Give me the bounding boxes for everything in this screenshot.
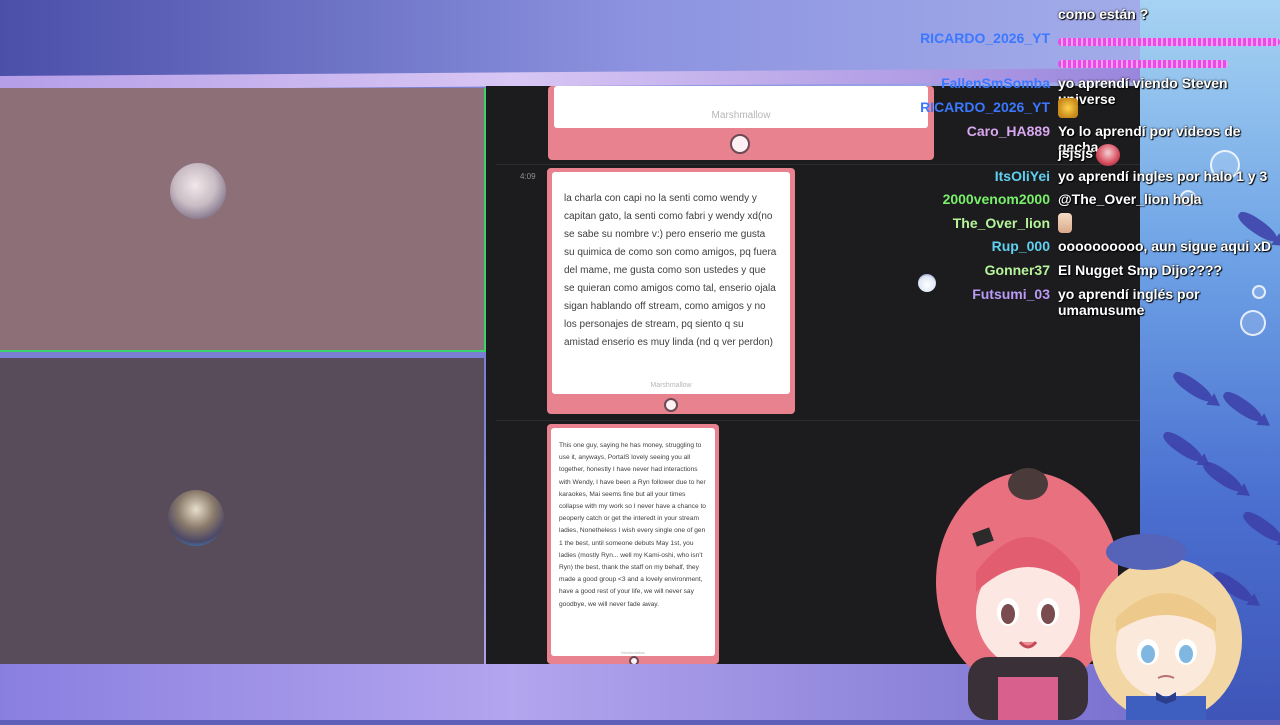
character-emote-icon [1096, 144, 1120, 166]
marshmallow-card-body: This one guy, saying he has money, strug… [551, 428, 715, 656]
chat-username: RICARDO_2026_YT [920, 99, 1050, 115]
chat-message: jsjsjs [1058, 145, 1094, 161]
mascot-sprite-icon [918, 274, 936, 292]
gold-emote-icon [1058, 98, 1078, 118]
chat-username: ItsOliYei [994, 168, 1050, 184]
chat-username: Gonner37 [984, 262, 1050, 278]
chat-message: oooooooooo, aun sigue aqui xD [1058, 238, 1272, 254]
marshmallow-signature: Marshmallow [621, 650, 645, 655]
chat-message: @The_Over_lion hola [1058, 191, 1202, 207]
marshmallow-card-body: Marshmallow [554, 86, 928, 128]
chat-username: RICARDO_2026_YT [920, 30, 1050, 46]
divider [496, 420, 1140, 421]
participant-avatar [170, 163, 226, 219]
participant-video-tile[interactable] [0, 358, 484, 664]
hand-emote-icon [1058, 213, 1072, 233]
chat-message: yo aprendí viendo Steven universe [1058, 75, 1228, 107]
chat-username: 2000venom2000 [942, 191, 1050, 207]
fish-decoration [1170, 368, 1216, 406]
chat-username: Futsumi_03 [972, 286, 1050, 302]
marshmallow-card: la charla con capi no la senti como wend… [547, 168, 795, 414]
chat-message: El Nugget Smp Dijo???? [1058, 262, 1223, 278]
chat-message: como están ? [1058, 6, 1149, 22]
marshmallow-logo-icon [730, 134, 750, 154]
marshmallow-card-body: la charla con capi no la senti como wend… [552, 172, 790, 394]
marshmallow-card: Marshmallow [548, 86, 934, 160]
marshmallow-signature: Marshmallow [650, 382, 692, 389]
fish-decoration [1160, 428, 1206, 466]
marshmallow-message-text: This one guy, saying he has money, strug… [559, 442, 706, 608]
chat-message: yo aprendí ingles por halo 1 y 3 [1058, 168, 1268, 184]
fish-decoration [1200, 458, 1246, 496]
chat-message: yo aprendí inglés por umamusume [1058, 286, 1200, 318]
marshmallow-card: This one guy, saying he has money, strug… [547, 424, 719, 664]
chat-username: Rup_000 [991, 238, 1050, 254]
fish-decoration [1240, 508, 1280, 546]
chat-username: FallenSmSomba [941, 75, 1050, 91]
marshmallow-logo-icon [664, 398, 678, 412]
participant-video-tile-active[interactable] [0, 88, 486, 352]
marshmallow-message-text: la charla con capi no la senti como wend… [564, 193, 777, 348]
participant-avatar [168, 490, 224, 546]
live-chat-overlay: como están ? RICARDO_2026_YT FallenSmSom… [900, 0, 1280, 320]
pink-sparkle-emote-icon [1058, 60, 1228, 68]
message-timestamp: 4:09 [520, 172, 536, 181]
fish-decoration [1220, 388, 1266, 426]
pink-sparkle-emote-icon [1058, 38, 1280, 46]
chat-username: The_Over_lion [952, 215, 1050, 231]
marshmallow-logo-icon [629, 656, 639, 664]
vtuber-avatar-blonde-hair [1086, 528, 1246, 722]
marshmallow-signature: Marshmallow [711, 110, 771, 121]
chat-username: Caro_HA889 [966, 123, 1050, 139]
